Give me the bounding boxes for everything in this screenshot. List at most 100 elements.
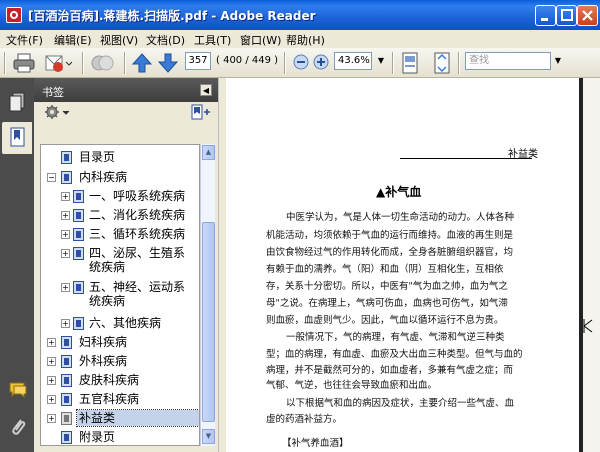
zoom-dropdown-chevron-down-icon[interactable]: ▼ xyxy=(374,52,388,70)
bookmark-label: 六、其他疾病 xyxy=(89,316,162,330)
panel-title: 书签 xyxy=(42,86,64,99)
maximize-icon xyxy=(561,9,573,21)
pages-tab[interactable] xyxy=(2,86,32,118)
bookmark-label: 皮肤科疾病 xyxy=(79,373,140,387)
expand-plus-icon[interactable]: + xyxy=(47,357,56,366)
scroll-up-icon[interactable]: ▲ xyxy=(202,145,215,160)
scroll-thumb[interactable] xyxy=(202,222,215,422)
collapse-minus-icon[interactable]: − xyxy=(47,173,56,182)
bookmark-item-dermatology[interactable]: + 皮肤科疾病 xyxy=(41,372,199,390)
expand-plus-icon[interactable]: + xyxy=(61,249,70,258)
toolbar-separator xyxy=(82,52,84,74)
attachments-paperclip-icon[interactable] xyxy=(9,416,27,438)
fit-page-icon[interactable] xyxy=(400,51,420,75)
expand-plus-icon[interactable]: + xyxy=(47,395,56,404)
bookmark-item-tonics[interactable]: + 补益类 xyxy=(41,409,199,428)
maximize-button[interactable] xyxy=(556,5,577,26)
bookmark-label: 目录页 xyxy=(79,150,116,164)
document-scrollbar[interactable] xyxy=(583,78,600,452)
bookmark-item-contents[interactable]: 目录页 xyxy=(41,149,199,167)
adobe-reader-icon xyxy=(6,7,22,23)
panel-collapse-button[interactable]: ◀ xyxy=(200,84,212,96)
bookmark-scrollbar[interactable]: ▲ ▼ xyxy=(200,144,215,446)
bookmark-label: 二、消化系统疾病 xyxy=(89,208,186,222)
fit-width-icon[interactable] xyxy=(432,51,452,75)
menu-document[interactable]: 文档(D) xyxy=(146,32,185,48)
bookmark-item-nervous[interactable]: + 五、神经、运动系 统疾病 xyxy=(41,279,199,311)
window-title: [百酒治百病].蒋建栋.扫描版.pdf - Adobe Reader xyxy=(28,9,316,23)
zoom-in-icon[interactable] xyxy=(312,53,330,71)
bookmark-item-urinary[interactable]: + 四、泌尿、生殖系 统疾病 xyxy=(41,245,199,277)
bookmark-item-ent[interactable]: + 五官科疾病 xyxy=(41,391,199,409)
paragraph-line: 母"之说。在病理上，气病可伤血，血病也可伤气，如气滞 xyxy=(266,298,508,309)
menu-tools[interactable]: 工具(T) xyxy=(194,32,231,48)
bookmark-page-icon xyxy=(73,228,84,241)
panel-header: 书签 ◀ xyxy=(34,78,218,102)
bookmark-label: 附录页 xyxy=(79,430,116,444)
search-dropdown-chevron-down-icon[interactable]: ▼ xyxy=(552,52,564,70)
pages-icon xyxy=(9,92,25,112)
minimize-button[interactable] xyxy=(535,5,556,26)
bookmark-page-icon xyxy=(73,209,84,222)
menu-view[interactable]: 视图(V) xyxy=(100,32,138,48)
bookmark-label: 五官科疾病 xyxy=(79,392,140,406)
menu-edit[interactable]: 编辑(E) xyxy=(54,32,92,48)
page-number-input[interactable]: 357 xyxy=(185,52,211,70)
zoom-input[interactable]: 43.6% xyxy=(334,52,372,70)
recipe-heading: 【补气养血酒】 xyxy=(282,438,349,449)
collaborate-icon[interactable] xyxy=(90,52,116,74)
zoom-out-icon[interactable] xyxy=(292,53,310,71)
scroll-down-icon[interactable]: ▼ xyxy=(202,429,215,444)
paragraph-line: 一般情况下，气的病理，有气虚、气滞和气逆三种类 xyxy=(286,332,505,343)
email-icon[interactable] xyxy=(44,52,72,74)
bookmark-item-internal-medicine[interactable]: − 内科疾病 xyxy=(41,169,199,187)
close-button[interactable] xyxy=(577,5,598,26)
options-gear-icon[interactable] xyxy=(44,104,72,120)
paragraph-line: 有赖于血的濡养。气（阳）和血（阴）互相化生，互相依 xyxy=(266,264,504,275)
bookmark-page-icon xyxy=(73,190,84,203)
bookmark-label: 一、呼吸系统疾病 xyxy=(89,189,186,203)
bookmark-item-appendix[interactable]: 附录页 xyxy=(41,429,199,445)
expand-plus-icon[interactable]: + xyxy=(61,283,70,292)
bookmark-item-other[interactable]: + 六、其他疾病 xyxy=(41,315,199,333)
page-count: ( 400 / 449 ) xyxy=(216,55,279,66)
next-page-icon[interactable] xyxy=(158,52,178,74)
bookmark-item-digestive[interactable]: + 二、消化系统疾病 xyxy=(41,207,199,225)
menu-window[interactable]: 窗口(W) xyxy=(240,32,281,48)
expand-plus-icon[interactable]: + xyxy=(61,192,70,201)
expand-plus-icon[interactable]: + xyxy=(61,211,70,220)
previous-page-icon[interactable] xyxy=(132,52,152,74)
print-icon[interactable] xyxy=(12,52,36,74)
panel-splitter[interactable] xyxy=(218,78,226,452)
bookmarks-tab[interactable] xyxy=(2,122,32,154)
menu-file[interactable]: 文件(F) xyxy=(6,32,43,48)
paragraph-line: 病理，并不是截然可分的，如血虚者，多兼有气虚之症；而 xyxy=(266,365,514,376)
bookmark-item-surgery[interactable]: + 外科疾病 xyxy=(41,353,199,371)
new-bookmark-icon[interactable] xyxy=(190,104,212,120)
bookmark-label: 三、循环系统疾病 xyxy=(89,227,186,241)
expand-plus-icon[interactable]: + xyxy=(47,414,56,423)
menu-bar: 文件(F) 编辑(E) 视图(V) 文档(D) 工具(T) 窗口(W) 帮助(H… xyxy=(0,30,600,48)
paragraph-line: 型；血的病理，有血虚、血瘀及大出血三种类型。但气与血的 xyxy=(266,349,523,360)
toolbar-separator xyxy=(392,52,394,74)
expand-plus-icon[interactable]: + xyxy=(61,230,70,239)
bookmark-label: 妇科疾病 xyxy=(79,335,128,349)
header-rule xyxy=(400,158,532,159)
paragraph-line: 以下根据气和血的病因及症状，主要介绍一些气虚、血 xyxy=(286,398,515,409)
menu-help[interactable]: 帮助(H) xyxy=(286,32,325,48)
navigation-rail xyxy=(0,78,34,452)
expand-plus-icon[interactable]: + xyxy=(47,338,56,347)
paragraph-line: 中医学认为，气是人体一切生命活动的动力。人体各种 xyxy=(286,212,515,223)
paragraph-line: 由饮食物经过气的作用转化而成，全身各脏腑组织器官，均 xyxy=(266,247,514,258)
minimize-icon xyxy=(541,18,548,21)
comments-icon[interactable] xyxy=(8,380,28,400)
search-input[interactable]: 查找 xyxy=(465,52,551,70)
document-page: 补益类 ▲补气血 中医学认为，气是人体一切生命活动的动力。人体各种 机能活动，均… xyxy=(226,78,581,452)
toolbar-separator xyxy=(4,52,6,74)
bookmark-item-gynecology[interactable]: + 妇科疾病 xyxy=(41,334,199,352)
expand-plus-icon[interactable]: + xyxy=(47,376,56,385)
bookmark-item-respiratory[interactable]: + 一、呼吸系统疾病 xyxy=(41,188,199,206)
expand-plus-icon[interactable]: + xyxy=(61,319,70,328)
bookmark-item-circulatory[interactable]: + 三、循环系统疾病 xyxy=(41,226,199,244)
bookmark-page-icon xyxy=(61,336,72,349)
